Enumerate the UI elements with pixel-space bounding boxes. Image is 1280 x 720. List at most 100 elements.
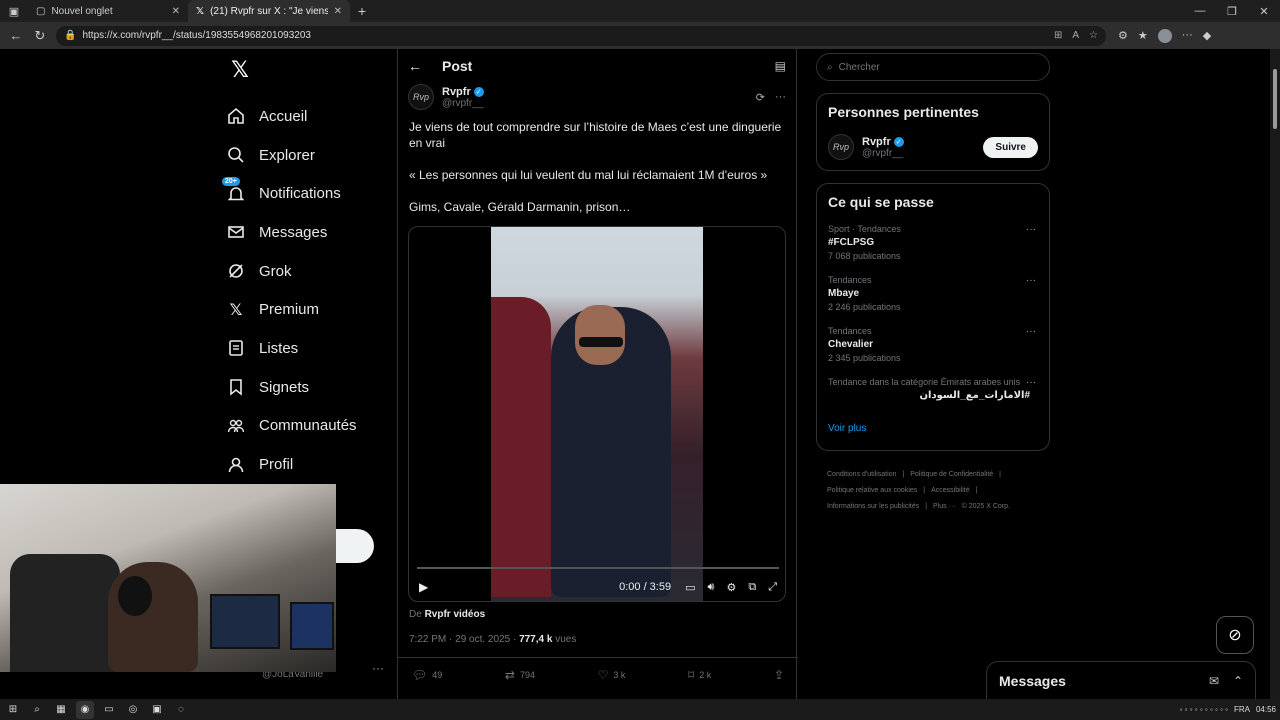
back-icon[interactable]: ← (4, 28, 28, 43)
favorites-icon[interactable]: ★ (1138, 29, 1148, 43)
close-tab-icon[interactable]: ✕ (334, 6, 342, 17)
trend-item[interactable]: Tendance dans la catégorie Émirats arabe… (828, 377, 1038, 401)
trend-item[interactable]: Tendances Chevalier 2 345 publications ·… (828, 326, 1038, 363)
close-tab-icon[interactable]: ✕ (172, 6, 180, 17)
nav-label: Signets (259, 378, 310, 396)
nav-item-explorer[interactable]: Explorer (220, 136, 390, 175)
footer-link[interactable]: Accessibilité (931, 487, 970, 494)
url-field[interactable]: 🔒 https://x.com/rvpfr__/status/198355496… (56, 25, 1106, 46)
nav-item-grok[interactable]: Grok (220, 252, 390, 291)
expand-chevron-icon[interactable]: ⌃ (1233, 674, 1243, 688)
bookmark-button[interactable]: ⌑ 2 k (688, 668, 711, 682)
back-arrow-icon[interactable]: ← (408, 58, 422, 74)
views-label: vues (555, 634, 577, 645)
account-more-icon[interactable]: ··· (372, 661, 384, 675)
footer-link[interactable]: Informations sur les publicités (827, 503, 919, 510)
reader-mode-icon[interactable]: ▤ (775, 59, 786, 73)
copyright: © 2025 X Corp. (961, 503, 1010, 510)
apps-icon[interactable]: ⊞ (1054, 30, 1062, 41)
grok-fab-icon[interactable]: ⊘ (1216, 616, 1254, 654)
nav-item-premium[interactable]: 𝕏 Premium (220, 290, 390, 329)
nav-item-messages[interactable]: Messages (220, 213, 390, 252)
search-input[interactable]: ⌕ Chercher (816, 53, 1050, 81)
footer-link[interactable]: Conditions d'utilisation (827, 471, 896, 478)
grok-explain-icon[interactable]: ⟳ (756, 91, 765, 104)
footer-link[interactable]: Politique de Confidentialité (910, 471, 993, 478)
footer-link[interactable]: Politique relative aux cookies (827, 487, 917, 494)
more-icon[interactable]: ··· (1182, 29, 1193, 43)
tab-actions-icon[interactable]: ▣ (0, 0, 28, 22)
scrollbar-thumb[interactable] (1273, 69, 1277, 129)
post-timestamp[interactable]: 7:22 PM · 29 oct. 2025 · (409, 634, 516, 645)
bookmark-count: 2 k (699, 669, 712, 680)
favorite-star-icon[interactable]: ☆ (1089, 30, 1098, 41)
nav-item-profil[interactable]: Profil (220, 445, 390, 484)
repost-button[interactable]: ⇄ 794 (505, 668, 535, 682)
more-options-icon[interactable]: ··· (775, 91, 786, 104)
fullscreen-icon[interactable]: ⤢ (768, 581, 777, 594)
windows-start-icon[interactable]: ⊞ (4, 701, 22, 719)
video-progress-bar[interactable] (417, 567, 779, 569)
trend-more-icon[interactable]: ··· (1026, 275, 1036, 286)
avatar[interactable]: Rvp (828, 134, 854, 160)
video-time: 0:00 / 3:59 (619, 581, 672, 593)
close-window-icon[interactable]: ✕ (1248, 5, 1280, 18)
folder-icon[interactable]: ▭ (100, 701, 118, 719)
nav-item-signets[interactable]: Signets (220, 368, 390, 407)
language-indicator[interactable]: FRA (1234, 705, 1250, 714)
x-logo-icon[interactable]: 𝕏 (225, 55, 255, 85)
trend-more-icon[interactable]: ··· (1026, 377, 1036, 388)
read-aloud-icon[interactable]: A (1072, 30, 1079, 41)
chrome-icon[interactable]: ◎ (124, 701, 142, 719)
store-icon[interactable]: ▦ (52, 701, 70, 719)
tab-x-post[interactable]: 𝕏 (21) Rvpfr sur X : "Je viens de tout ✕ (188, 0, 350, 22)
edge-icon[interactable]: ◉ (76, 700, 94, 719)
video-player[interactable]: ▶ 0:00 / 3:59 ▭ 🔊︎ ⚙ ⧉ ⤢ (408, 226, 786, 602)
search-icon[interactable]: ⌕ (28, 701, 46, 719)
app-icon[interactable]: ▣ (148, 701, 166, 719)
tray-icons[interactable]: ◦ ◦ ◦ ◦ ◦ ◦ ◦ ◦ ◦ ◦ (1180, 705, 1228, 714)
footer-link[interactable]: Plus ··· (933, 503, 956, 510)
person-name[interactable]: Rvpfr (862, 136, 891, 148)
see-more-link[interactable]: Voir plus (828, 423, 1038, 440)
pip-icon[interactable]: ⧉ (748, 581, 756, 594)
app-icon[interactable]: ◌ (172, 701, 190, 719)
via-source-link[interactable]: Rvpfr vidéos (425, 609, 486, 620)
trend-more-icon[interactable]: ··· (1026, 224, 1036, 235)
new-tab-icon[interactable]: + (350, 3, 374, 19)
minimize-icon[interactable]: — (1184, 5, 1216, 18)
reply-count: 49 (432, 669, 443, 680)
verified-badge-icon: ✓ (473, 86, 484, 97)
trend-item[interactable]: Sport · Tendances #FCLPSG 7 068 publicat… (828, 224, 1038, 261)
trend-more-icon[interactable]: ··· (1026, 326, 1036, 337)
nav-item-communautes[interactable]: Communautés (220, 407, 390, 446)
messages-drawer[interactable]: Messages ✉ ⌃ (986, 661, 1256, 699)
author-name[interactable]: Rvpfr (442, 86, 471, 98)
tab-new[interactable]: ▢ Nouvel onglet ✕ (28, 0, 188, 22)
settings-icon[interactable]: ⚙ (726, 581, 736, 594)
nav-item-listes[interactable]: Listes (220, 329, 390, 368)
author-handle[interactable]: @rvpfr__ (442, 98, 484, 109)
trend-item[interactable]: Tendances Mbaye 2 246 publications ··· (828, 275, 1038, 312)
profile-avatar[interactable] (1157, 28, 1172, 43)
new-message-icon[interactable]: ✉ (1209, 674, 1219, 688)
reply-button[interactable]: 💬︎ 49 (412, 668, 442, 682)
restore-icon[interactable]: ❐ (1216, 5, 1248, 18)
copilot-icon[interactable]: ◆ (1203, 29, 1211, 43)
avatar[interactable]: Rvp (408, 84, 434, 110)
page-scrollbar[interactable] (1270, 49, 1280, 699)
clock[interactable]: 04:56 (1256, 705, 1276, 714)
volume-icon[interactable]: 🔊︎ (708, 581, 715, 594)
search-icon (227, 146, 245, 164)
play-icon[interactable]: ▶ (419, 580, 428, 594)
nav-item-notifications[interactable]: 20+ Notifications (220, 174, 390, 213)
share-button[interactable]: ⇪ (774, 668, 784, 682)
like-button[interactable]: ♡ 3 k (598, 668, 626, 682)
nav-item-accueil[interactable]: Accueil (220, 97, 390, 136)
right-sidebar: ⌕ Chercher Personnes pertinentes Rvp Rvp… (816, 49, 1050, 515)
refresh-icon[interactable]: ↻ (28, 28, 52, 44)
follow-button[interactable]: Suivre (983, 136, 1038, 158)
extensions-icon[interactable]: ⚙ (1118, 29, 1128, 43)
captions-icon[interactable]: ▭ (685, 581, 695, 594)
relevant-person[interactable]: Rvp Rvpfr ✓ @rvpfr__ Suivre (828, 134, 1038, 160)
